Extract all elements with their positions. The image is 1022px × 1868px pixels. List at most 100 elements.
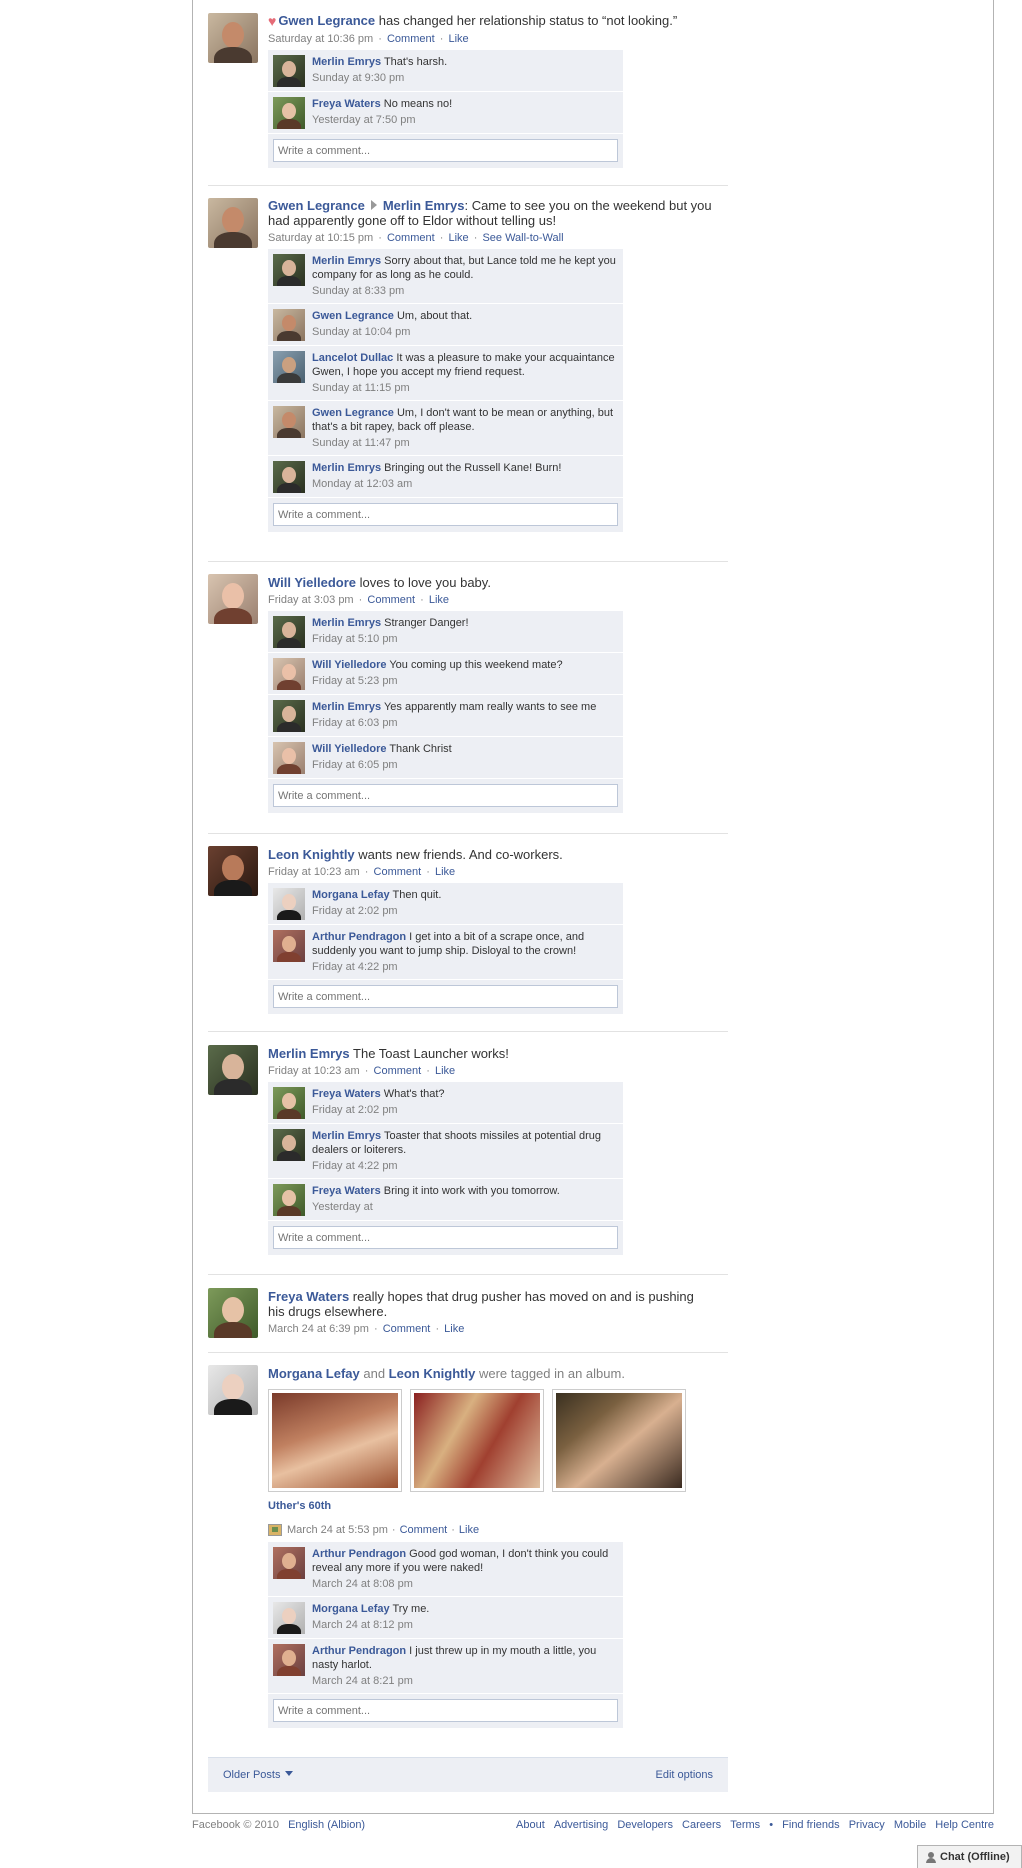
avatar[interactable]	[208, 574, 258, 624]
heart-icon: ♥	[268, 13, 277, 29]
avatar[interactable]	[208, 1365, 258, 1415]
story-actor-link[interactable]: Gwen Legrance	[278, 13, 375, 28]
like-link[interactable]: Like	[448, 33, 468, 45]
avatar[interactable]	[273, 930, 305, 962]
avatar[interactable]	[273, 309, 305, 341]
story-actor-link[interactable]: Gwen Legrance	[268, 198, 365, 213]
avatar[interactable]	[273, 351, 305, 383]
comment-author-link[interactable]: Will Yielledore	[312, 659, 386, 671]
avatar[interactable]	[273, 700, 305, 732]
album-title-link[interactable]: Uther's 60th	[268, 1500, 331, 1512]
avatar[interactable]	[273, 97, 305, 129]
footer-link-terms[interactable]: Terms	[730, 1819, 760, 1831]
comment-author-link[interactable]: Merlin Emrys	[312, 701, 381, 713]
comment-text: What's that?	[380, 1088, 445, 1100]
comment-author-link[interactable]: Morgana Lefay	[312, 1603, 390, 1615]
comment: Arthur Pendragon Good god woman, I don't…	[268, 1542, 623, 1597]
avatar[interactable]	[273, 658, 305, 690]
footer-link-privacy[interactable]: Privacy	[849, 1819, 885, 1831]
avatar[interactable]	[208, 13, 258, 63]
like-link[interactable]: Like	[429, 594, 449, 606]
comment-link[interactable]: Comment	[383, 1323, 431, 1335]
footer-link-careers[interactable]: Careers	[682, 1819, 721, 1831]
comment-author-link[interactable]: Merlin Emrys	[312, 1130, 381, 1142]
comment-author-link[interactable]: Merlin Emrys	[312, 56, 381, 68]
avatar[interactable]	[273, 55, 305, 87]
footer-link-find-friends[interactable]: Find friends	[782, 1819, 839, 1831]
footer-link-mobile[interactable]: Mobile	[894, 1819, 926, 1831]
comment-author-link[interactable]: Lancelot Dullac	[312, 352, 393, 364]
comment-input[interactable]	[273, 1699, 618, 1722]
comment-input[interactable]	[273, 1226, 618, 1249]
like-link[interactable]: Like	[444, 1323, 464, 1335]
comment-author-link[interactable]: Arthur Pendragon	[312, 931, 406, 943]
comment-link[interactable]: Comment	[367, 594, 415, 606]
comment-author-link[interactable]: Will Yielledore	[312, 743, 386, 755]
like-link[interactable]: Like	[435, 1065, 455, 1077]
avatar[interactable]	[273, 1644, 305, 1676]
footer-link-advertising[interactable]: Advertising	[554, 1819, 608, 1831]
like-link[interactable]: Like	[448, 232, 468, 244]
edit-options-link[interactable]: Edit options	[656, 1769, 713, 1781]
comment-input[interactable]	[273, 503, 618, 526]
album-photo[interactable]	[268, 1389, 402, 1492]
comment-text: You coming up this weekend mate?	[386, 659, 563, 671]
avatar[interactable]	[208, 1045, 258, 1095]
story-actor2-link[interactable]: Leon Knightly	[389, 1366, 476, 1381]
avatar[interactable]	[273, 1184, 305, 1216]
avatar[interactable]	[273, 461, 305, 493]
footer-link-about[interactable]: About	[516, 1819, 545, 1831]
comment-author-link[interactable]: Merlin Emrys	[312, 617, 381, 629]
story-target-link[interactable]: Merlin Emrys	[383, 198, 465, 213]
story-actor-link[interactable]: Morgana Lefay	[268, 1366, 360, 1381]
older-posts-button[interactable]: Older Posts	[223, 1769, 294, 1781]
comment-link[interactable]: Comment	[387, 232, 435, 244]
avatar[interactable]	[208, 1288, 258, 1338]
comment-input[interactable]	[273, 985, 618, 1008]
footer-link-help-centre[interactable]: Help Centre	[935, 1819, 994, 1831]
comment-author-link[interactable]: Merlin Emrys	[312, 462, 381, 474]
footer-link-developers[interactable]: Developers	[617, 1819, 673, 1831]
comment-input[interactable]	[273, 139, 618, 162]
comment-link[interactable]: Comment	[374, 1065, 422, 1077]
comment-text: Bringing out the Russell Kane! Burn!	[381, 462, 562, 474]
story-actor-link[interactable]: Leon Knightly	[268, 847, 355, 862]
comment-author-link[interactable]: Morgana Lefay	[312, 889, 390, 901]
comment-link[interactable]: Comment	[374, 866, 422, 878]
avatar[interactable]	[273, 1129, 305, 1161]
avatar[interactable]	[208, 198, 258, 248]
comment-author-link[interactable]: Freya Waters	[312, 1185, 381, 1197]
comment-link[interactable]: Comment	[387, 33, 435, 45]
like-link[interactable]: Like	[459, 1524, 479, 1536]
avatar[interactable]	[273, 406, 305, 438]
story-actor-link[interactable]: Merlin Emrys	[268, 1046, 350, 1061]
avatar[interactable]	[273, 254, 305, 286]
comment-author-link[interactable]: Freya Waters	[312, 1088, 381, 1100]
story-actor-link[interactable]: Will Yielledore	[268, 575, 356, 590]
comment-link[interactable]: Comment	[400, 1524, 448, 1536]
comment-author-link[interactable]: Freya Waters	[312, 98, 381, 110]
comment-author-link[interactable]: Gwen Legrance	[312, 407, 394, 419]
comment-author-link[interactable]: Merlin Emrys	[312, 255, 381, 267]
language-link[interactable]: English (Albion)	[288, 1819, 365, 1831]
see-wall-to-wall-link[interactable]: See Wall-to-Wall	[482, 232, 563, 244]
avatar[interactable]	[273, 888, 305, 920]
feed-story: Leon Knightly wants new friends. And co-…	[208, 844, 728, 1032]
story-actor-link[interactable]: Freya Waters	[268, 1289, 349, 1304]
comment-author-link[interactable]: Arthur Pendragon	[312, 1548, 406, 1560]
avatar[interactable]	[273, 616, 305, 648]
chat-tab[interactable]: Chat (Offline)	[917, 1845, 1022, 1868]
comment-time: Yesterday at 7:50 pm	[312, 114, 416, 126]
comment-author-link[interactable]: Arthur Pendragon	[312, 1645, 406, 1657]
comment-input[interactable]	[273, 784, 618, 807]
like-link[interactable]: Like	[435, 866, 455, 878]
feed-story: Will Yielledore loves to love you baby. …	[208, 572, 728, 834]
comment-author-link[interactable]: Gwen Legrance	[312, 310, 394, 322]
avatar[interactable]	[273, 1602, 305, 1634]
avatar[interactable]	[273, 1547, 305, 1579]
album-photo[interactable]	[552, 1389, 686, 1492]
avatar[interactable]	[273, 1087, 305, 1119]
avatar[interactable]	[273, 742, 305, 774]
avatar[interactable]	[208, 846, 258, 896]
album-photo[interactable]	[410, 1389, 544, 1492]
